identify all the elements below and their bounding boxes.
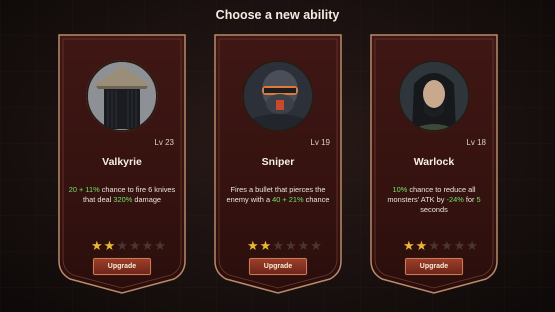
star-rating: ★ ★ ★ ★ ★ ★	[91, 240, 166, 253]
star-empty-icon: ★	[466, 239, 478, 254]
card-description: 20 + 11% chance to fire 6 knives that de…	[66, 185, 178, 205]
star-filled-icon: ★	[91, 239, 103, 254]
star-empty-icon: ★	[272, 239, 284, 254]
upgrade-button[interactable]: Upgrade	[405, 258, 463, 275]
star-filled-icon: ★	[103, 239, 116, 254]
star-rating: ★ ★ ★ ★ ★ ★	[403, 240, 478, 253]
description-fragment: for	[463, 195, 477, 204]
description-fragment: damage	[132, 195, 162, 204]
star-empty-icon: ★	[284, 239, 297, 254]
star-empty-icon: ★	[297, 239, 310, 254]
upgrade-button[interactable]: Upgrade	[93, 258, 151, 275]
star-empty-icon: ★	[116, 239, 128, 254]
star-filled-icon: ★	[403, 239, 415, 254]
card-name: Warlock	[413, 156, 455, 168]
description-fragment: 5	[476, 195, 481, 204]
card-description: 10% chance to reduce all monsters' ATK b…	[378, 185, 490, 215]
warlock-portrait-icon	[398, 60, 470, 132]
description-fragment: 10%	[392, 185, 408, 194]
card-level: Lv 19	[310, 138, 330, 147]
star-filled-icon: ★	[247, 239, 259, 254]
star-rating: ★ ★ ★ ★ ★ ★	[247, 240, 322, 253]
card-level: Lv 23	[154, 138, 174, 147]
ability-card-warlock[interactable]: Lv 18 Warlock 10% chance to reduce all mon…	[368, 33, 500, 295]
star-empty-icon: ★	[310, 239, 322, 254]
star-empty-icon: ★	[453, 239, 466, 254]
ability-card-valkyrie[interactable]: Lv 23 Valkyrie 20 + 11% chance to fire 6 k…	[56, 33, 188, 295]
description-fragment: 320%	[113, 195, 133, 204]
star-empty-icon: ★	[141, 239, 154, 254]
star-empty-icon: ★	[154, 239, 166, 254]
card-level: Lv 18	[466, 138, 486, 147]
description-fragment: chance	[303, 195, 330, 204]
ability-card-sniper[interactable]: Lv 19 Sniper Fires a bullet that pierces t…	[212, 33, 344, 295]
star-empty-icon: ★	[128, 239, 141, 254]
card-name: Sniper	[261, 156, 295, 168]
valkyrie-portrait-icon	[86, 60, 158, 132]
sniper-portrait-icon	[242, 60, 314, 132]
description-fragment: seconds	[420, 205, 448, 214]
star-empty-icon: ★	[428, 239, 440, 254]
card-description: Fires a bullet that pierces the enemy wi…	[222, 185, 334, 205]
description-fragment: 20 + 11%	[68, 185, 100, 194]
star-filled-icon: ★	[259, 239, 272, 254]
card-name: Valkyrie	[102, 156, 142, 168]
star-empty-icon: ★	[440, 239, 453, 254]
page-title: Choose a new ability	[215, 8, 340, 22]
description-fragment: -24%	[446, 195, 464, 204]
upgrade-button[interactable]: Upgrade	[249, 258, 307, 275]
description-fragment: 40 + 21%	[272, 195, 304, 204]
star-filled-icon: ★	[415, 239, 428, 254]
